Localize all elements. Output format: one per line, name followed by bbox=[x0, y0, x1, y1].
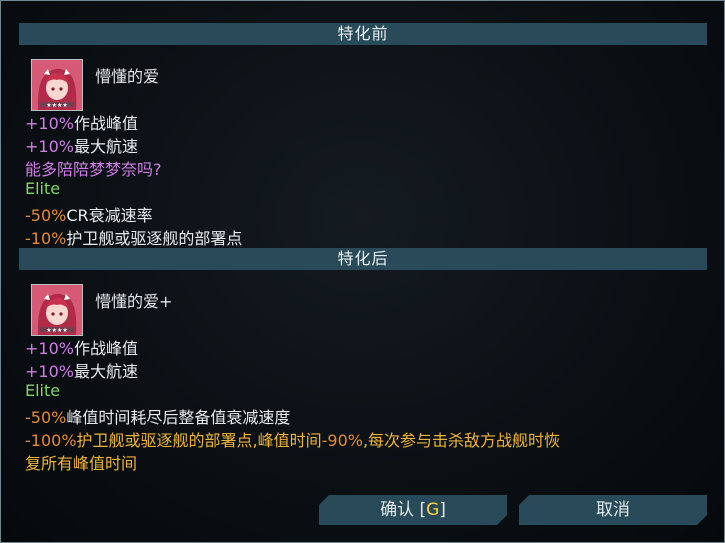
svg-text:★★★★: ★★★★ bbox=[46, 327, 68, 334]
after-elite-line: -50%峰值时间耗尽后整备值衰减速度 bbox=[25, 404, 290, 428]
stat-text: 作战峰值 bbox=[73, 339, 138, 358]
skill-specialization-dialog: 特化前 ★★★★ 懵懂的爱 +10%作战峰值 +10%最大航速 能多陪陪梦梦奈吗… bbox=[0, 0, 725, 543]
stat-value: -10% bbox=[25, 229, 67, 248]
stat-value: -50% bbox=[25, 408, 67, 427]
stat-value: -100% bbox=[25, 431, 77, 450]
elite-label-after: Elite bbox=[25, 381, 61, 400]
cancel-button[interactable]: 取消 bbox=[519, 495, 707, 525]
after-header: 特化后 bbox=[19, 248, 707, 270]
after-stat-line: +10%最大航速 bbox=[25, 358, 138, 382]
stat-text: 峰值时间耗尽后整备值衰减速度 bbox=[66, 408, 291, 427]
stat-text: 作战峰值 bbox=[73, 114, 138, 133]
skill-flavor-text: 能多陪陪梦梦奈吗? bbox=[25, 160, 162, 179]
stat-text: CR衰减速率 bbox=[66, 206, 153, 225]
stat-value: +10% bbox=[25, 362, 74, 381]
before-stat-line: +10%最大航速 bbox=[25, 133, 138, 157]
skill-name-after: 懵懂的爱+ bbox=[95, 292, 173, 311]
stat-text-2: ,每次参与击杀敌方战舰时恢 bbox=[362, 431, 561, 450]
confirm-hotkey: G bbox=[426, 500, 440, 520]
before-header: 特化前 bbox=[19, 23, 707, 45]
stat-text: 护卫舰或驱逐舰的部署点 bbox=[66, 229, 243, 248]
after-stat-line: +10%作战峰值 bbox=[25, 335, 138, 359]
stat-value: -50% bbox=[25, 206, 67, 225]
skill-icon-before: ★★★★ bbox=[31, 59, 83, 111]
before-elite-line: -10%护卫舰或驱逐舰的部署点 bbox=[25, 225, 242, 249]
confirm-label: 确认 [ bbox=[380, 500, 427, 520]
after-elite-line-long: -100%护卫舰或驱逐舰的部署点,峰值时间-90%,每次参与击杀敌方战舰时恢 bbox=[25, 427, 560, 451]
confirm-button[interactable]: 确认 [G] bbox=[319, 495, 507, 525]
stat-text: 护卫舰或驱逐舰的部署点,峰值时间 bbox=[76, 431, 322, 450]
before-elite-line: -50%CR衰减速率 bbox=[25, 202, 153, 226]
after-elite-line-continuation: 复所有峰值时间 bbox=[25, 454, 138, 473]
stat-value: +10% bbox=[25, 339, 74, 358]
before-stat-line: +10%作战峰值 bbox=[25, 110, 138, 134]
stat-value: +10% bbox=[25, 137, 74, 156]
skill-icon-after: ★★★★ bbox=[31, 284, 83, 336]
stat-text: 最大航速 bbox=[73, 137, 138, 156]
svg-text:★★★★: ★★★★ bbox=[46, 102, 68, 109]
stat-text: 最大航速 bbox=[73, 362, 138, 381]
confirm-label-close: ] bbox=[439, 500, 446, 520]
elite-label-before: Elite bbox=[25, 179, 61, 198]
stat-value: +10% bbox=[25, 114, 74, 133]
stat-value-2: -90% bbox=[321, 431, 363, 450]
skill-name-before: 懵懂的爱 bbox=[95, 67, 160, 86]
